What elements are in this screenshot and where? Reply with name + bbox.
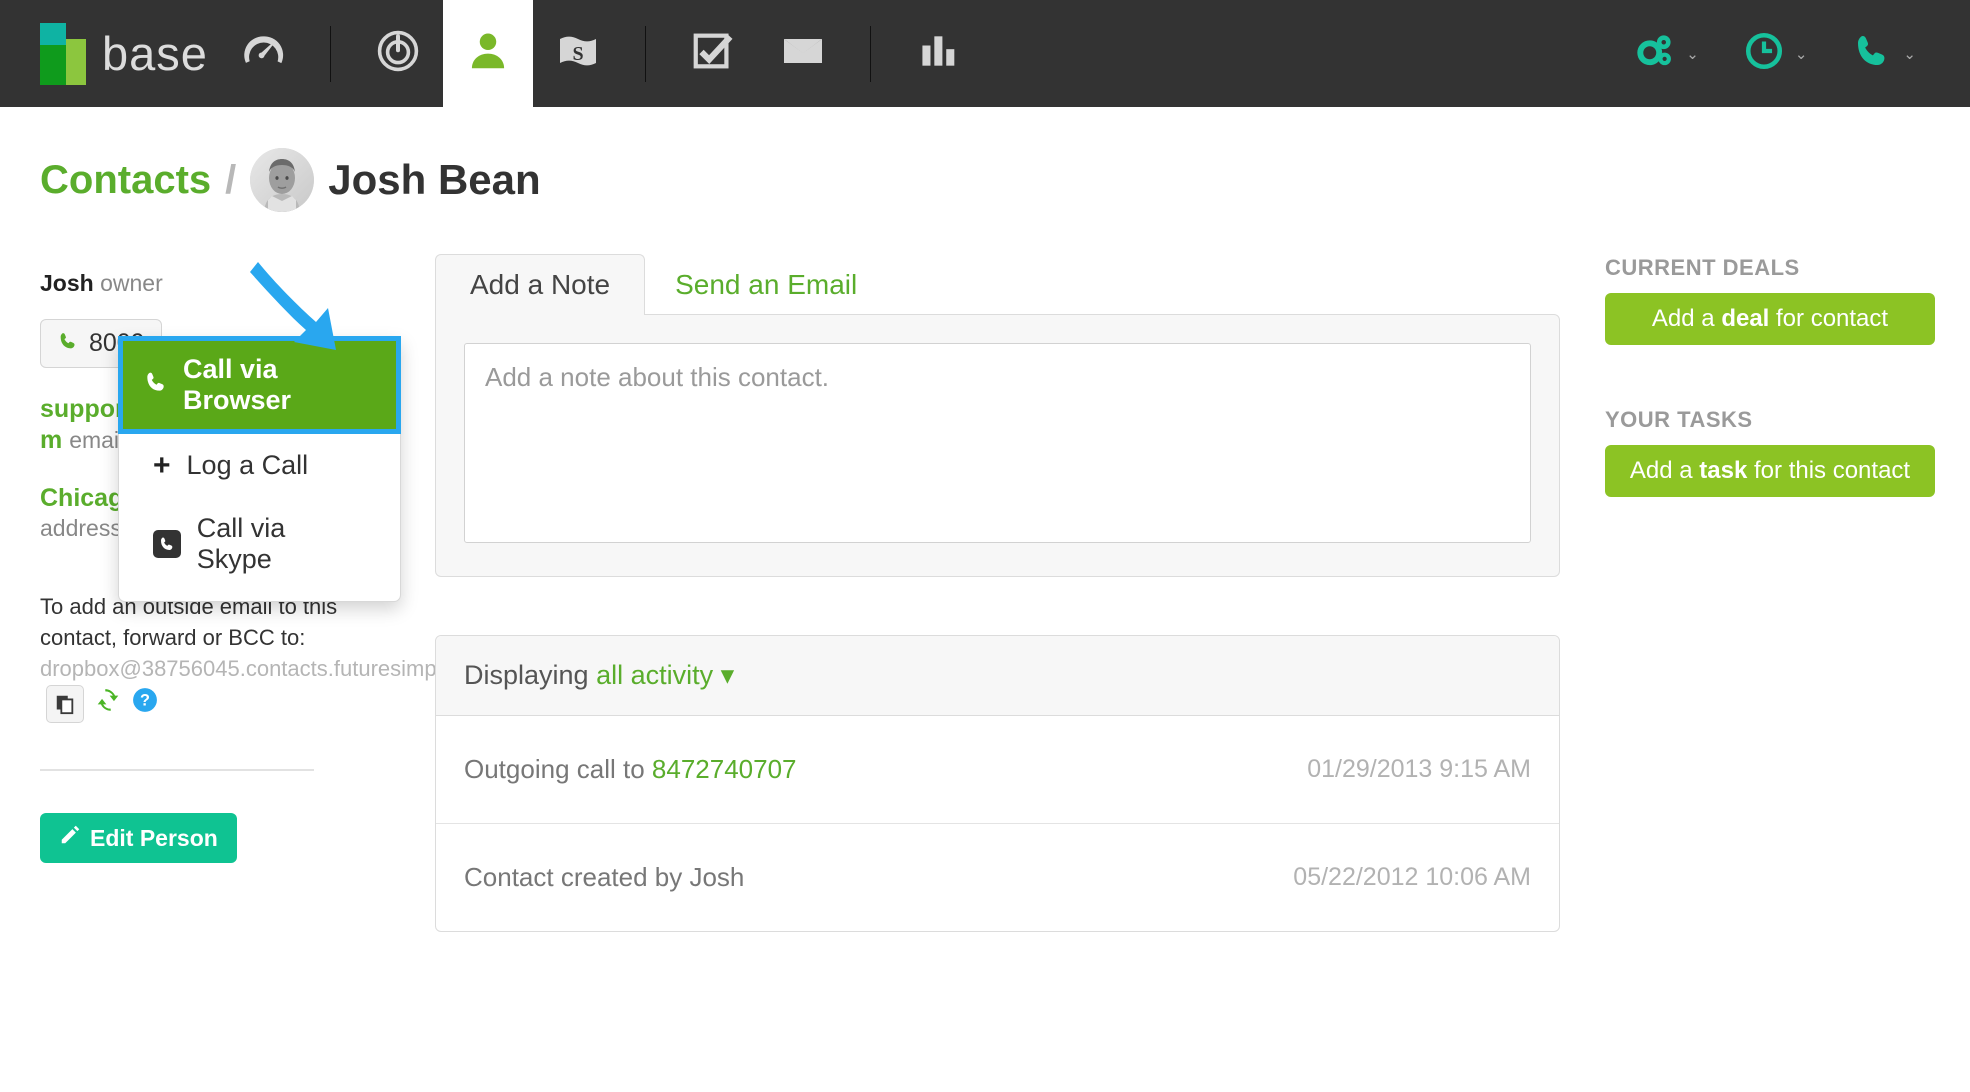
activity-filter-select[interactable]: all activity ▾ (596, 660, 734, 690)
activity-filter-prefix: Displaying (464, 660, 589, 690)
plus-icon: + (153, 448, 171, 482)
gears-icon (1634, 30, 1676, 77)
table-row: Outgoing call to 8472740707 01/29/2013 9… (436, 716, 1559, 824)
email-value-continued[interactable]: m (40, 426, 62, 454)
activity-row-label: Outgoing call to (464, 754, 645, 784)
nav-item-reports[interactable] (893, 0, 983, 107)
owner-name: Josh (40, 270, 94, 296)
your-tasks-label: YOUR TASKS (1605, 407, 1753, 432)
svg-text:S: S (572, 43, 583, 65)
phone-icon (143, 369, 169, 402)
help-icon[interactable]: ? (132, 687, 158, 721)
caret-down-icon: ▾ (720, 660, 735, 690)
nav-item-deals[interactable]: S (533, 0, 623, 107)
edit-person-button[interactable]: Edit Person (40, 813, 237, 864)
owner-line: Josh owner (40, 270, 390, 297)
edit-person-label: Edit Person (90, 824, 218, 851)
email-label: email (69, 427, 125, 454)
nav-item-dashboard[interactable] (218, 0, 308, 107)
main-content: Add a Note Send an Email Displaying all … (435, 254, 1560, 932)
activity-filter-bar: Displaying all activity ▾ (436, 636, 1559, 716)
nav-divider (644, 25, 646, 82)
brand-name: base (102, 27, 208, 80)
right-sidebar: CURRENT DEALS Add a deal for contact YOU… (1605, 255, 1935, 497)
nav-divider (869, 25, 871, 82)
nav-item-phone[interactable]: ⌄ (1833, 0, 1934, 107)
activity-feed: Displaying all activity ▾ Outgoing call … (435, 635, 1560, 932)
table-row: Contact created by Josh 05/22/2012 10:06… (436, 824, 1559, 931)
add-task-button[interactable]: Add a task for this contact (1605, 445, 1935, 497)
top-navigation-bar: base S ⌄ ⌄ ⌄ (0, 0, 1970, 107)
add-deal-strong: deal (1721, 305, 1770, 332)
add-task-strong: task (1699, 457, 1748, 484)
add-task-post: for this contact (1747, 457, 1911, 484)
nav-item-tasks[interactable] (668, 0, 758, 107)
chevron-down-icon: ⌄ (1903, 45, 1916, 63)
person-icon (465, 28, 511, 79)
clock-icon (1743, 30, 1785, 77)
gauge-icon (238, 26, 288, 81)
nav-item-activity[interactable]: ⌄ (1725, 0, 1826, 107)
breadcrumb-separator: / (225, 157, 237, 202)
copy-icon[interactable] (46, 685, 84, 724)
add-deal-pre: Add a (1651, 305, 1722, 332)
note-panel (435, 314, 1560, 577)
page-title: Josh Bean (328, 156, 541, 203)
call-options-dropdown: Call via Browser + Log a Call Call via S… (118, 336, 401, 602)
dropbox-email-section: To add an outside email to this contact,… (40, 591, 501, 724)
envelope-icon (779, 27, 827, 80)
log-a-call-item[interactable]: + Log a Call (119, 434, 400, 497)
nav-item-settings[interactable]: ⌄ (1616, 0, 1717, 107)
call-via-browser-label: Call via Browser (183, 354, 292, 415)
breadcrumb-contacts-link[interactable]: Contacts (40, 158, 211, 203)
nav-item-power[interactable] (353, 0, 443, 107)
nav-icon-group: S (218, 0, 983, 107)
pencil-icon (59, 824, 81, 852)
chevron-down-icon: ⌄ (1794, 45, 1808, 63)
note-input[interactable] (464, 343, 1531, 543)
tab-add-a-note[interactable]: Add a Note (435, 254, 646, 315)
nav-item-email[interactable] (758, 0, 848, 107)
power-icon (374, 27, 422, 80)
nav-divider (329, 25, 331, 82)
call-via-skype-label: Call via Skype (196, 513, 286, 574)
activity-row-number[interactable]: 8472740707 (652, 754, 797, 784)
sidebar-divider (40, 769, 314, 772)
activity-row-text: Outgoing call to 8472740707 (464, 754, 797, 785)
bar-chart-icon (916, 29, 960, 78)
chevron-down-icon: ⌄ (1686, 45, 1699, 63)
add-deal-button[interactable]: Add a deal for contact (1605, 293, 1935, 345)
phone-icon (1851, 30, 1893, 77)
skype-phone-icon (153, 530, 181, 558)
phone-icon (57, 330, 79, 358)
activity-row-text: Contact created by Josh (464, 862, 744, 893)
add-deal-post: for contact (1769, 305, 1889, 332)
breadcrumb: Contacts / Josh Bean (40, 148, 541, 212)
money-icon: S (554, 27, 602, 80)
current-deals-label: CURRENT DEALS (1605, 255, 1800, 280)
nav-right-group: ⌄ ⌄ ⌄ (1616, 0, 1970, 107)
nav-item-contacts[interactable] (442, 0, 533, 107)
activity-row-label: Contact created by Josh (464, 862, 745, 892)
add-task-pre: Add a (1629, 457, 1700, 484)
note-tabs: Add a Note Send an Email (435, 254, 1560, 315)
activity-filter-value: all activity (596, 660, 714, 690)
dropbox-email-address: dropbox@38756045.contacts.futuresimple.c… (40, 655, 502, 681)
tab-send-an-email[interactable]: Send an Email (645, 255, 891, 315)
brand-logo[interactable]: base (0, 0, 218, 107)
base-logo-icon (40, 22, 86, 85)
owner-role: owner (100, 270, 163, 296)
activity-row-timestamp: 01/29/2013 9:15 AM (1307, 755, 1531, 783)
activity-row-timestamp: 05/22/2012 10:06 AM (1293, 863, 1531, 891)
svg-text:?: ? (140, 691, 150, 709)
call-via-skype-item[interactable]: Call via Skype (119, 497, 400, 591)
checkbox-icon (690, 28, 736, 79)
log-a-call-label: Log a Call (186, 450, 309, 480)
avatar (250, 148, 315, 212)
call-via-browser-button[interactable]: Call via Browser (118, 336, 401, 434)
refresh-icon[interactable] (95, 687, 121, 721)
